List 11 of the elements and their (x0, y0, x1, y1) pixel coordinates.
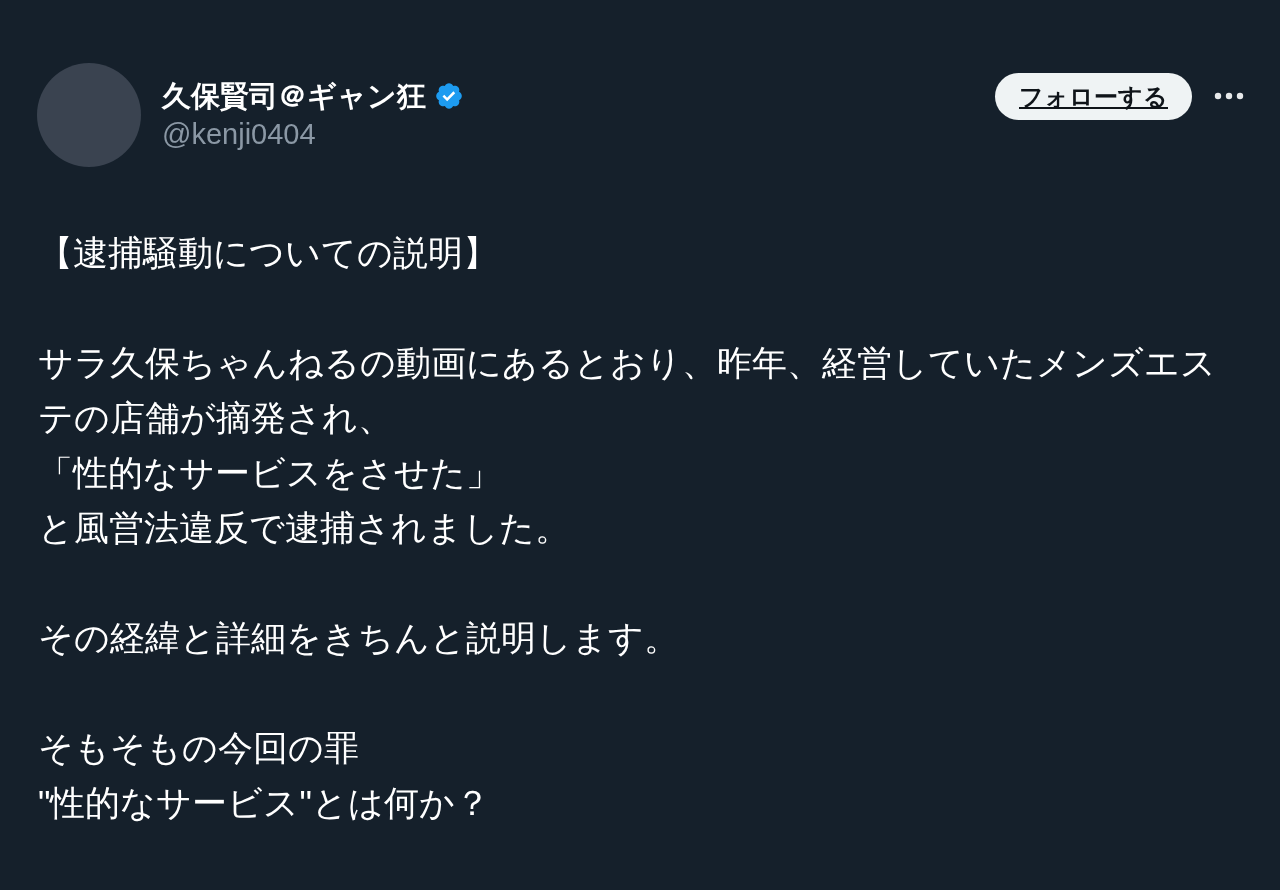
tweet-text-line: と風営法違反で逮捕されました。 (38, 507, 571, 549)
tweet-text-line: そもそもの今回の罪 (38, 727, 360, 769)
more-options-icon[interactable] (1214, 92, 1244, 100)
tweet-text-line: サラ久保ちゃんねるの動画にあるとおり、昨年、経営していたメンズエステの店舗が摘発され、 (38, 342, 1217, 439)
author-handle[interactable]: @kenji0404 (162, 115, 464, 153)
tweet-text-line: その経緯と詳細をきちんと説明します。 (38, 617, 680, 659)
tweet-text-line: "性的なサービス"とは何か？ (38, 782, 491, 824)
author-name[interactable]: 久保賢司＠ギャン狂 (162, 77, 426, 115)
follow-button[interactable]: フォローする (995, 73, 1192, 120)
tweet-text-line: 「性的なサービスをさせた」 (38, 452, 502, 494)
tweet-text-line: 【逮捕騒動についての説明】 (38, 232, 499, 274)
